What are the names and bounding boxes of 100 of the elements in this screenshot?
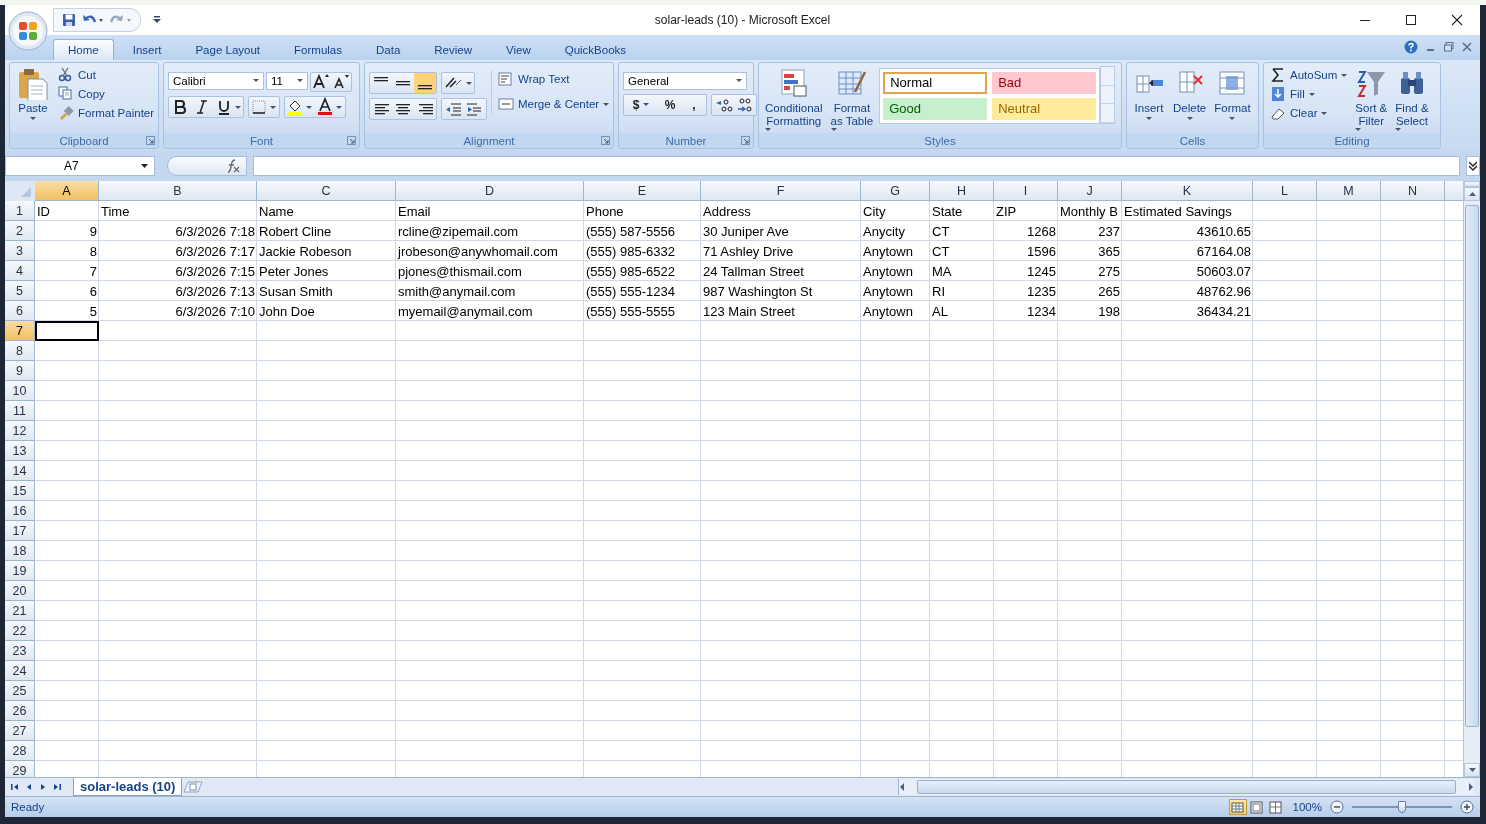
row-header[interactable]: 3 xyxy=(5,241,35,262)
clear-button[interactable]: Clear xyxy=(1268,103,1350,123)
row-header[interactable]: 8 xyxy=(5,341,35,362)
column-header[interactable]: F xyxy=(701,181,861,202)
normal-view-button[interactable] xyxy=(1228,799,1247,816)
dialog-launcher-icon[interactable] xyxy=(347,136,356,146)
delete-cells-button[interactable]: Delete xyxy=(1171,65,1209,122)
ribbon-tab[interactable]: Insert xyxy=(117,38,177,60)
row-header[interactable]: 23 xyxy=(5,641,35,662)
column-header[interactable]: J xyxy=(1058,181,1122,202)
column-header[interactable]: D xyxy=(396,181,584,202)
page-layout-view-button[interactable] xyxy=(1247,799,1266,816)
font-name-field[interactable]: Calibri xyxy=(168,71,264,90)
currency-button[interactable]: $ xyxy=(624,94,658,115)
zoom-in-icon[interactable] xyxy=(1460,800,1474,815)
row-header[interactable]: 27 xyxy=(5,721,35,742)
scroll-up-icon[interactable] xyxy=(1468,192,1476,197)
scroll-right-icon[interactable] xyxy=(1468,783,1474,792)
row-header[interactable]: 9 xyxy=(5,361,35,382)
sort-filter-button[interactable]: Sort & Filter xyxy=(1353,65,1390,133)
first-sheet-icon[interactable] xyxy=(11,783,19,792)
expand-formula-button[interactable] xyxy=(1466,156,1480,177)
row-header[interactable]: 11 xyxy=(5,401,35,422)
row-header[interactable]: 20 xyxy=(5,581,35,602)
cell-style-swatch[interactable]: Bad xyxy=(992,71,1097,94)
save-icon[interactable] xyxy=(62,13,76,27)
percent-button[interactable]: % xyxy=(658,94,682,115)
row-header[interactable]: 10 xyxy=(5,381,35,402)
bottom-align-icon[interactable] xyxy=(414,72,436,93)
customize-caret-icon[interactable] xyxy=(153,16,161,24)
row-header[interactable]: 18 xyxy=(5,541,35,562)
row-header[interactable]: 21 xyxy=(5,601,35,622)
zoom-slider-thumb[interactable] xyxy=(1398,801,1406,814)
copy-button[interactable]: Copy xyxy=(56,84,157,104)
comma-button[interactable]: , xyxy=(682,94,706,115)
merge-center-button[interactable]: Merge & Center xyxy=(496,94,612,114)
active-cell[interactable] xyxy=(35,321,99,342)
row-header[interactable]: 2 xyxy=(5,221,35,242)
last-sheet-icon[interactable] xyxy=(53,783,61,792)
cell-style-swatch[interactable]: Normal xyxy=(883,71,988,94)
fill-button[interactable]: Fill xyxy=(1268,84,1350,104)
column-header[interactable]: K xyxy=(1122,181,1253,202)
number-format-field[interactable]: General xyxy=(623,71,747,90)
row-header[interactable]: 7 xyxy=(5,321,35,342)
column-header[interactable]: B xyxy=(99,181,257,202)
row-header[interactable]: 12 xyxy=(5,421,35,442)
row-header[interactable]: 22 xyxy=(5,621,35,642)
format-as-table-button[interactable]: Format as Table xyxy=(828,65,876,133)
row-header[interactable]: 14 xyxy=(5,461,35,482)
dialog-launcher-icon[interactable] xyxy=(601,136,610,146)
close-icon[interactable] xyxy=(1462,42,1472,53)
vertical-scrollbar[interactable] xyxy=(1463,181,1480,778)
column-header[interactable]: E xyxy=(584,181,701,202)
next-sheet-icon[interactable] xyxy=(39,783,47,792)
sheet-tab[interactable]: solar-leads (10) xyxy=(73,778,183,797)
row-header[interactable]: 25 xyxy=(5,681,35,702)
grow-font-icon[interactable] xyxy=(311,72,331,91)
row-header[interactable]: 28 xyxy=(5,741,35,762)
row-header[interactable]: 4 xyxy=(5,261,35,282)
row-header[interactable]: 6 xyxy=(5,301,35,322)
column-header[interactable]: L xyxy=(1253,181,1317,202)
row-header[interactable]: 1 xyxy=(5,201,35,222)
font-color-icon[interactable] xyxy=(315,96,345,117)
row-header[interactable]: 24 xyxy=(5,661,35,682)
cell-style-swatch[interactable]: Neutral xyxy=(992,97,1097,120)
column-header[interactable]: G xyxy=(861,181,930,202)
help-icon[interactable] xyxy=(1404,40,1418,55)
row-header[interactable]: 13 xyxy=(5,441,35,462)
cut-button[interactable]: Cut xyxy=(56,65,157,85)
page-break-view-button[interactable] xyxy=(1266,799,1285,816)
zoom-out-icon[interactable] xyxy=(1330,800,1344,815)
ribbon-tab[interactable]: Review xyxy=(419,38,487,60)
conditional-formatting-button[interactable]: Conditional Formatting xyxy=(763,65,825,133)
paste-button[interactable]: Paste xyxy=(14,65,52,122)
row-header[interactable]: 16 xyxy=(5,501,35,522)
ribbon-tab[interactable]: View xyxy=(491,38,546,60)
row-header[interactable]: 19 xyxy=(5,561,35,582)
restore-icon[interactable] xyxy=(1444,42,1454,53)
row-header[interactable]: 29 xyxy=(5,761,35,778)
column-header[interactable]: A xyxy=(35,181,99,202)
cell-style-swatch[interactable]: Good xyxy=(883,97,988,120)
ribbon-tab[interactable]: Home xyxy=(53,38,114,60)
scroll-down-icon[interactable] xyxy=(1468,768,1476,773)
column-header[interactable]: I xyxy=(994,181,1058,202)
column-header[interactable]: M xyxy=(1317,181,1381,202)
row-header[interactable]: 17 xyxy=(5,521,35,542)
row-header[interactable]: 26 xyxy=(5,701,35,722)
dialog-launcher-icon[interactable] xyxy=(146,136,155,146)
shrink-font-icon[interactable] xyxy=(331,72,351,91)
format-painter-button[interactable]: Format Painter xyxy=(56,103,157,123)
horizontal-scrollbar[interactable] xyxy=(898,779,1474,796)
find-select-button[interactable]: Find & Select xyxy=(1393,65,1431,133)
ribbon-tab[interactable]: Data xyxy=(361,38,416,60)
dialog-launcher-icon[interactable] xyxy=(741,136,750,146)
autosum-button[interactable]: AutoSum xyxy=(1268,65,1350,85)
formula-field[interactable] xyxy=(253,156,1460,177)
scroll-left-icon[interactable] xyxy=(899,783,905,792)
format-cells-button[interactable]: Format xyxy=(1212,65,1253,122)
wrap-text-button[interactable]: Wrap Text xyxy=(496,69,612,89)
insert-cells-button[interactable]: Insert xyxy=(1131,65,1167,122)
